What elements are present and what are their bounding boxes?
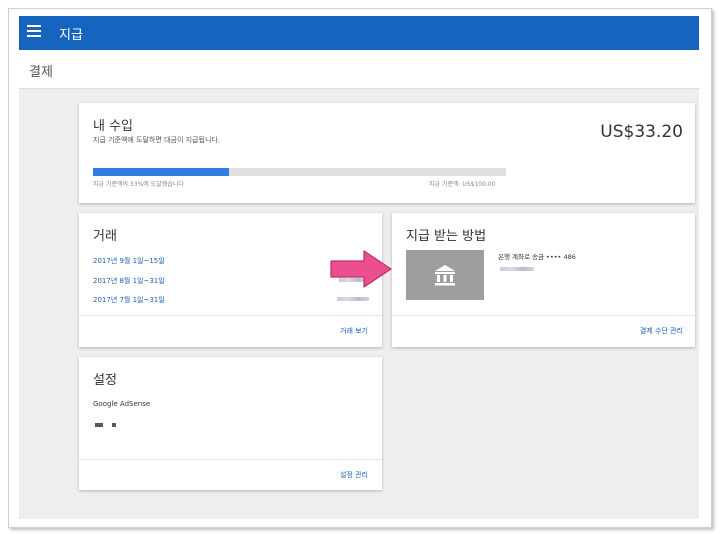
sub-header: 결제 <box>19 50 699 89</box>
bank-icon <box>406 250 484 300</box>
view-transactions-button[interactable]: 거래 보기 <box>340 326 368 336</box>
earnings-amount: US$33.20 <box>600 122 683 142</box>
manage-settings-button[interactable]: 설정 관리 <box>340 470 368 480</box>
card-divider <box>392 315 695 316</box>
transaction-link[interactable]: 2017년 8월 1일~31일 <box>93 276 165 286</box>
card-divider <box>79 459 382 460</box>
earnings-card: 내 수입 지급 기준액에 도달하면 대금이 지급됩니다. US$33.20 지급… <box>79 103 695 203</box>
product-name: Google AdSense <box>93 400 151 408</box>
menu-icon[interactable] <box>27 25 41 41</box>
bank-account-label: 은행 계좌로 송금 •••• 486 <box>498 253 576 261</box>
transaction-link[interactable]: 2017년 9월 1일~15일 <box>93 256 165 266</box>
top-app-bar: 지급 <box>19 16 699 50</box>
transactions-title: 거래 <box>93 229 117 244</box>
page-title: 지급 <box>59 28 83 43</box>
progress-right-label: 지급 기준액: US$100.00 <box>429 181 496 188</box>
main-content: 내 수입 지급 기준액에 도달하면 대금이 지급됩니다. US$33.20 지급… <box>19 89 699 519</box>
progress-left-label: 지급 기준액의 33%에 도달했습니다 <box>93 181 184 188</box>
settings-title: 설정 <box>93 373 117 388</box>
payment-method-card: 지급 받는 방법 은행 계좌로 송금 •••• 486 결제 수단 관리 <box>392 213 695 347</box>
redacted-setting <box>95 423 103 427</box>
redacted-amount <box>337 297 369 301</box>
screenshot-frame: 지급 결제 내 수입 지급 기준액에 도달하면 대금이 지급됩니다. US$33… <box>8 8 712 528</box>
progress-fill <box>93 168 230 176</box>
section-title: 결제 <box>29 65 53 80</box>
earnings-title: 내 수입 <box>93 119 134 134</box>
earnings-description: 지급 기준액에 도달하면 대금이 지급됩니다. <box>93 136 221 144</box>
card-divider <box>79 315 382 316</box>
redacted-setting <box>112 423 116 427</box>
payment-method-title: 지급 받는 방법 <box>406 229 487 244</box>
progress-track <box>93 168 506 176</box>
manage-payment-method-button[interactable]: 결제 수단 관리 <box>640 326 683 336</box>
redacted-account <box>500 267 534 271</box>
transaction-link[interactable]: 2017년 7월 1일~31일 <box>93 295 165 305</box>
settings-card: 설정 Google AdSense 설정 관리 <box>79 357 382 490</box>
pointer-arrow-icon <box>330 250 392 288</box>
